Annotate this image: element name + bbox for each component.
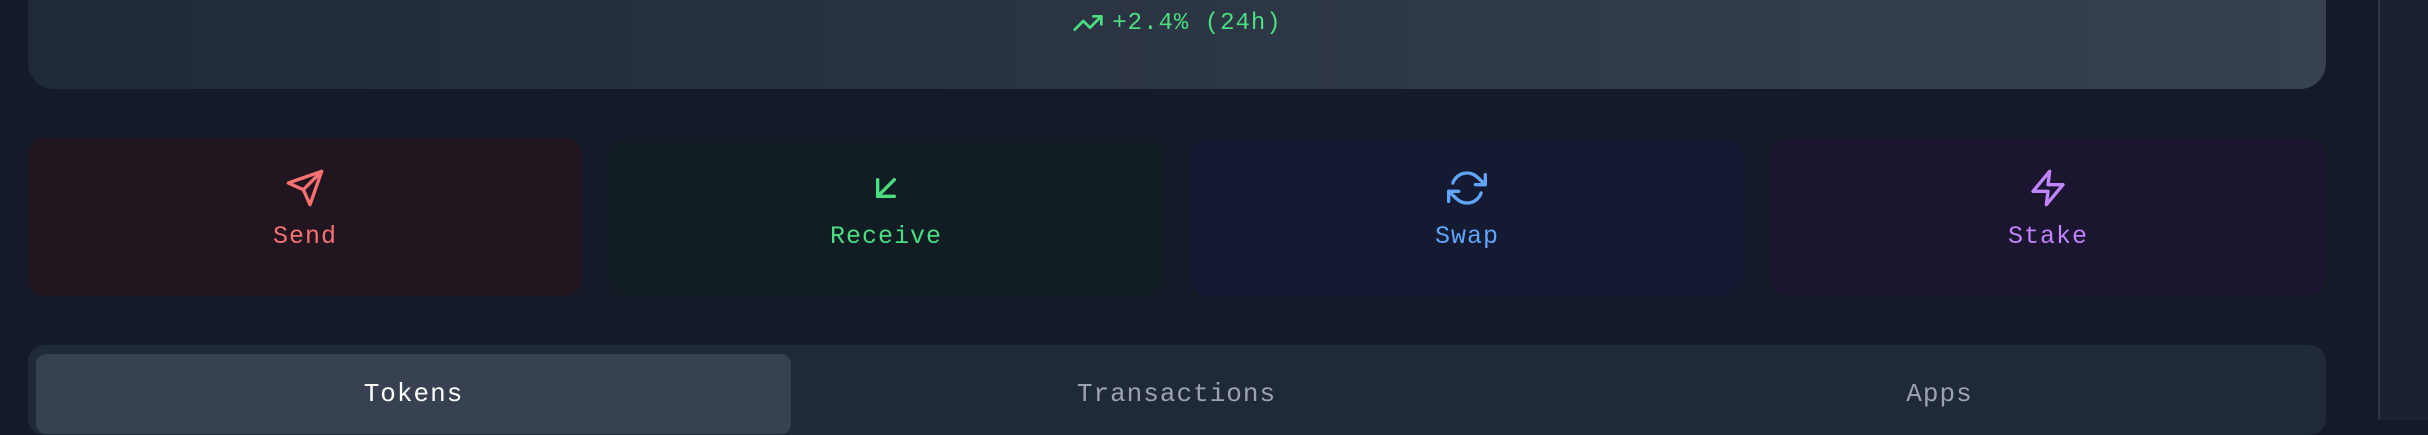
tab-tokens[interactable]: Tokens	[36, 354, 791, 434]
balance-change-text: +2.4% (24h)	[1112, 9, 1282, 37]
arrow-down-left-icon	[876, 178, 896, 198]
swap-label: Swap	[1434, 222, 1499, 251]
receive-label: Receive	[829, 222, 943, 251]
tab-transactions[interactable]: Transactions	[799, 354, 1554, 434]
send-icon	[286, 169, 324, 207]
stake-label: Stake	[2007, 222, 2088, 251]
scrollbar[interactable]	[2378, 0, 2428, 420]
zap-icon	[2031, 169, 2065, 207]
refresh-icon	[1447, 171, 1487, 205]
balance-card: +2.4% (24h)	[28, 0, 2326, 89]
quick-actions: Send Receive Swap Stake	[28, 138, 2326, 296]
receive-button[interactable]: Receive	[609, 138, 1163, 296]
send-label: Send	[272, 222, 337, 251]
trending-up-icon	[1073, 14, 1103, 31]
stake-button[interactable]: Stake	[1771, 138, 2325, 296]
swap-button[interactable]: Swap	[1190, 138, 1744, 296]
wallet-tabs: Tokens Transactions Apps	[28, 345, 2326, 435]
tab-apps[interactable]: Apps	[1562, 354, 2317, 434]
balance-change: +2.4% (24h)	[28, 7, 2326, 39]
send-button[interactable]: Send	[28, 138, 582, 296]
